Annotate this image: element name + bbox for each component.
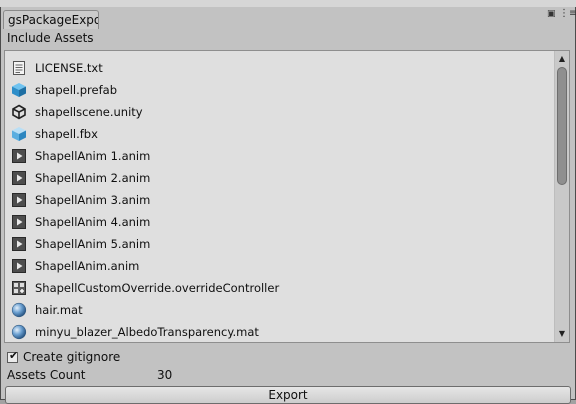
animation-icon (12, 171, 26, 185)
scroll-up-arrow-icon[interactable]: ▲ (555, 53, 569, 65)
asset-list-content: LICENSE.txt shapell.prefab shapellscene.un… (5, 51, 554, 342)
asset-list: LICENSE.txt shapell.prefab shapellscene.un… (4, 50, 570, 343)
include-assets-label: Include Assets (7, 31, 94, 45)
animation-icon (12, 259, 26, 273)
override-controller-icon (12, 281, 26, 295)
asset-name: ShapellAnim 4.anim (35, 215, 151, 229)
material-icon (11, 324, 27, 340)
asset-list-item[interactable]: ShapellAnim 4.anim (5, 211, 554, 233)
unity-scene-icon (12, 104, 26, 120)
asset-name: ShapellAnim 3.anim (35, 193, 151, 207)
vertical-scrollbar[interactable]: ▲ ▼ (554, 51, 569, 342)
asset-list-item[interactable]: shapell.fbx (5, 123, 554, 145)
asset-list-item[interactable]: hair.mat (5, 299, 554, 321)
asset-list-item[interactable]: shapellscene.unity (5, 101, 554, 123)
asset-name: ShapellAnim 2.anim (35, 171, 151, 185)
asset-name: shapell.fbx (35, 127, 98, 141)
material-icon (11, 302, 27, 318)
asset-name: ShapellAnim 1.anim (35, 149, 151, 163)
asset-name: shapell.prefab (35, 83, 117, 97)
assets-count-label: Assets Count (7, 368, 86, 382)
asset-name: ShapellCustomOverride.overrideController (35, 281, 280, 295)
animation-icon (12, 215, 26, 229)
menu-icon[interactable]: ⋮≡ (559, 8, 576, 19)
checkmark-icon: ✔ (9, 348, 19, 362)
text-file-icon (13, 61, 25, 75)
asset-list-item[interactable]: ShapellAnim 5.anim (5, 233, 554, 255)
window-tab[interactable]: gsPackageExpo (3, 10, 99, 29)
create-gitignore-checkbox[interactable]: ✔ (7, 348, 19, 363)
model-icon (12, 127, 26, 141)
asset-list-item[interactable]: ShapellAnim 3.anim (5, 189, 554, 211)
animation-icon (12, 237, 26, 251)
package-export-window: gsPackageExpo ▣ ⋮≡ Include Assets LICENS… (0, 7, 576, 404)
asset-name: ShapellAnim 5.anim (35, 237, 151, 251)
animation-icon (12, 149, 26, 163)
asset-list-item[interactable]: ShapellCustomOverride.overrideController (5, 277, 554, 299)
asset-list-item[interactable]: shapell.prefab (5, 79, 554, 101)
scroll-down-arrow-icon[interactable]: ▼ (555, 328, 569, 340)
animation-icon (12, 193, 26, 207)
asset-name: minyu_blazer_AlbedoTransparency.mat (35, 325, 259, 339)
asset-name: hair.mat (35, 303, 83, 317)
create-gitignore-toggle[interactable]: ✔ Create gitignore (7, 349, 120, 365)
export-button[interactable]: Export (5, 386, 571, 404)
asset-name: ShapellAnim.anim (35, 259, 140, 273)
asset-list-item[interactable]: ShapellAnim 2.anim (5, 167, 554, 189)
asset-name: LICENSE.txt (35, 61, 103, 75)
asset-list-item[interactable]: minyu_blazer_AlbedoTransparency.mat (5, 321, 554, 342)
assets-count-value: 30 (157, 368, 173, 382)
asset-list-item[interactable]: ShapellAnim.anim (5, 255, 554, 277)
scroll-thumb[interactable] (557, 67, 567, 185)
lock-icon[interactable]: ▣ (547, 9, 556, 19)
asset-list-item[interactable]: ShapellAnim 1.anim (5, 145, 554, 167)
prefab-icon (12, 83, 26, 97)
create-gitignore-label: Create gitignore (23, 350, 121, 364)
asset-list-item[interactable]: LICENSE.txt (5, 57, 554, 79)
asset-name: shapellscene.unity (35, 105, 143, 119)
